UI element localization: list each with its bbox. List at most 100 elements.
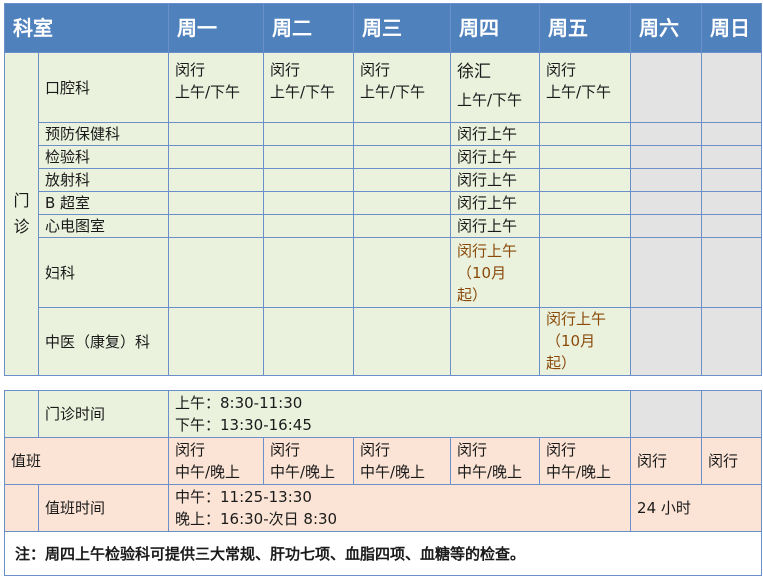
cell-sat <box>630 307 702 376</box>
duty-fri: 闵行 中午/晚上 <box>538 437 632 485</box>
cell-mon <box>168 214 264 238</box>
cell-line: 中午/晚上 <box>270 463 336 481</box>
cell-fri <box>539 168 631 192</box>
cell-mon <box>168 237 264 308</box>
header-mon: 周一 <box>168 3 264 53</box>
cell-sat <box>630 52 702 123</box>
cell-sun <box>701 168 762 192</box>
cell-wed <box>353 307 451 376</box>
cell-line: 晚上：16:30-次日 8:30 <box>175 510 338 528</box>
cell-sat <box>630 237 702 308</box>
dept-name: 心电图室 <box>38 214 169 238</box>
cell-line: 起） <box>546 354 577 372</box>
cell-fri <box>539 214 631 238</box>
cell-tue <box>263 168 354 192</box>
row-clinic-hours: 门诊时间 上午：8:30-11:30 下午：13:30-16:45 <box>4 390 763 438</box>
header-wed: 周三 <box>353 3 451 53</box>
cell-mon <box>168 191 264 215</box>
cell-sat <box>630 191 702 215</box>
dept-name: 检验科 <box>38 145 169 169</box>
cell-line: 闵行 <box>360 61 391 79</box>
dept-name: 妇科 <box>38 237 169 308</box>
cell-wed <box>353 191 451 215</box>
duty-tue: 闵行中午/晚上 <box>263 437 354 485</box>
dept-name: 放射科 <box>38 168 169 192</box>
cell-fri <box>539 145 631 169</box>
clinic-group-label: 门 诊 <box>4 52 39 376</box>
cell-line: 闵行 <box>457 441 488 459</box>
row-note: 注：周四上午检验科可提供三大常规、肝功七项、血脂四项、血糖等的检查。 <box>3 531 763 576</box>
cell-line: 上午/下午 <box>270 83 336 101</box>
footnote: 注：周四上午检验科可提供三大常规、肝功七项、血脂四项、血糖等的检查。 <box>3 531 763 576</box>
cell-tue: 闵行 上午/下午 <box>263 52 354 123</box>
cell-thu: 闵行上午 <box>450 191 540 215</box>
header-row: 科室 周一 周二 周三 周四 周五 周六 周日 <box>4 3 762 53</box>
cell-sun <box>701 214 762 238</box>
cell-sun <box>701 145 762 169</box>
row-fuke: 妇科 闵行上午 （10月 起） <box>5 237 762 308</box>
row-duty-hours: 值班时间 中午：11:25-13:30 晚上：16:30-次日 8:30 24 … <box>4 484 763 532</box>
clinic-group-char-1: 门 <box>13 191 30 210</box>
cell-line: 中午/晚上 <box>360 463 426 481</box>
cell-fri <box>539 191 631 215</box>
cell-wed <box>353 145 451 169</box>
row-fangshe: 放射科 闵行上午 <box>5 168 762 192</box>
cell-thu <box>450 307 540 376</box>
clinic-group-char-2: 诊 <box>13 217 30 236</box>
cell-line: 中午：11:25-13:30 <box>175 488 312 506</box>
cell-tue <box>263 122 354 146</box>
cell-tue <box>263 237 354 308</box>
duty-schedule-table: 门诊时间 上午：8:30-11:30 下午：13:30-16:45 值班 闵行中… <box>3 390 763 576</box>
cell-line: 起） <box>457 286 488 304</box>
clinic-hours-value: 上午：8:30-11:30 下午：13:30-16:45 <box>167 390 632 438</box>
duty-hours-value: 中午：11:25-13:30 晚上：16:30-次日 8:30 <box>167 484 632 532</box>
duty-sun: 闵行 <box>701 437 763 485</box>
cell-sun <box>701 237 762 308</box>
row-yufang: 预防保健科 闵行上午 <box>5 122 762 146</box>
cell-sun <box>701 191 762 215</box>
cell-wed <box>353 214 451 238</box>
cell-line: 闵行 <box>270 441 301 459</box>
cell-sat <box>630 145 702 169</box>
cell-wed <box>353 122 451 146</box>
duty-hours-spacer <box>4 484 39 532</box>
cell-line: 中午/晚上 <box>457 463 523 481</box>
dept-name: 中医（康复）科 <box>38 307 169 376</box>
cell-line: 闵行上午 <box>457 242 518 260</box>
row-zhongyi: 中医（康复）科 闵行上午 （10月 起） <box>5 307 762 376</box>
duty-hours-label: 值班时间 <box>38 484 169 532</box>
cell-thu: 闵行上午 <box>450 168 540 192</box>
cell-line: （10月 <box>546 332 596 350</box>
row-jianyan: 检验科 闵行上午 <box>5 145 762 169</box>
cell-line: 上午：8:30-11:30 <box>175 394 303 412</box>
cell-tue <box>263 307 354 376</box>
page-break-strip <box>0 378 763 390</box>
cell-wed: 闵行上午/下午 <box>353 52 451 123</box>
header-thu: 周四 <box>450 3 540 53</box>
dept-name: B 超室 <box>38 191 169 215</box>
header-dept: 科室 <box>4 3 169 53</box>
cell-line: （10月 <box>457 264 507 282</box>
cell-fri <box>539 237 631 308</box>
cell-tue <box>263 214 354 238</box>
cell-line: 中午/晚上 <box>546 463 612 481</box>
cell-mon <box>168 122 264 146</box>
cell-line: 中午/晚上 <box>175 463 241 481</box>
cell-line: 上午/下午 <box>360 83 426 101</box>
header-sun: 周日 <box>701 3 762 53</box>
schedule-page: 科室 周一 周二 周三 周四 周五 周六 周日 门 诊 口腔科 闵行 上午/下午 … <box>0 0 763 584</box>
cell-mon <box>168 145 264 169</box>
cell-sat <box>630 390 703 438</box>
cell-fri: 闵行上午 （10月 起） <box>539 307 631 376</box>
row-bchao: B 超室 闵行上午 <box>5 191 762 215</box>
clinic-schedule-table: 科室 周一 周二 周三 周四 周五 周六 周日 门 诊 口腔科 闵行 上午/下午 … <box>4 3 762 376</box>
clinic-hours-label: 门诊时间 <box>38 390 169 438</box>
cell-fri <box>539 122 631 146</box>
cell-sat <box>630 214 702 238</box>
cell-line: 闵行 <box>546 61 577 79</box>
cell-sun <box>701 52 762 123</box>
cell-sat <box>630 122 702 146</box>
cell-tue <box>263 145 354 169</box>
row-xindian: 心电图室 闵行上午 <box>5 214 762 238</box>
duty-hours-weekend: 24 小时 <box>630 484 763 532</box>
